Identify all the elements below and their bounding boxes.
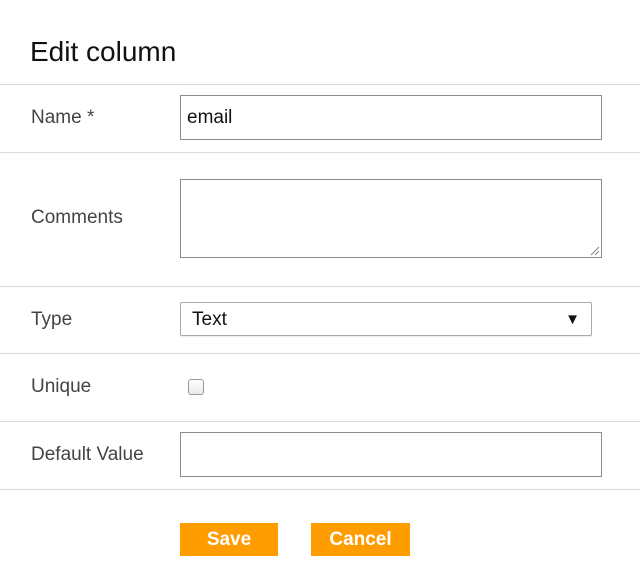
edit-column-dialog: Edit column Name * Comments Type Text ▼ … [0,0,640,587]
name-input[interactable] [180,95,602,140]
type-label: Type [31,309,73,330]
dialog-title: Edit column [30,36,177,67]
divider [0,353,640,354]
default-value-label: Default Value [31,444,144,465]
type-select-value: Text [192,309,227,330]
name-label: Name * [31,107,95,128]
divider [0,489,640,490]
cancel-button[interactable]: Cancel [311,523,410,556]
comments-field-wrapper [180,179,602,258]
type-select[interactable]: Text ▼ [180,302,592,336]
divider [0,286,640,287]
unique-label: Unique [31,376,92,397]
dropdown-arrow-icon: ▼ [565,311,580,328]
comments-label: Comments [31,207,123,228]
save-button[interactable]: Save [180,523,278,556]
default-value-input[interactable] [180,432,602,477]
unique-checkbox[interactable] [188,379,204,395]
resize-grip-icon[interactable] [590,246,600,256]
divider [0,421,640,422]
divider [0,152,640,153]
divider [0,84,640,85]
comments-textarea[interactable] [180,179,602,258]
